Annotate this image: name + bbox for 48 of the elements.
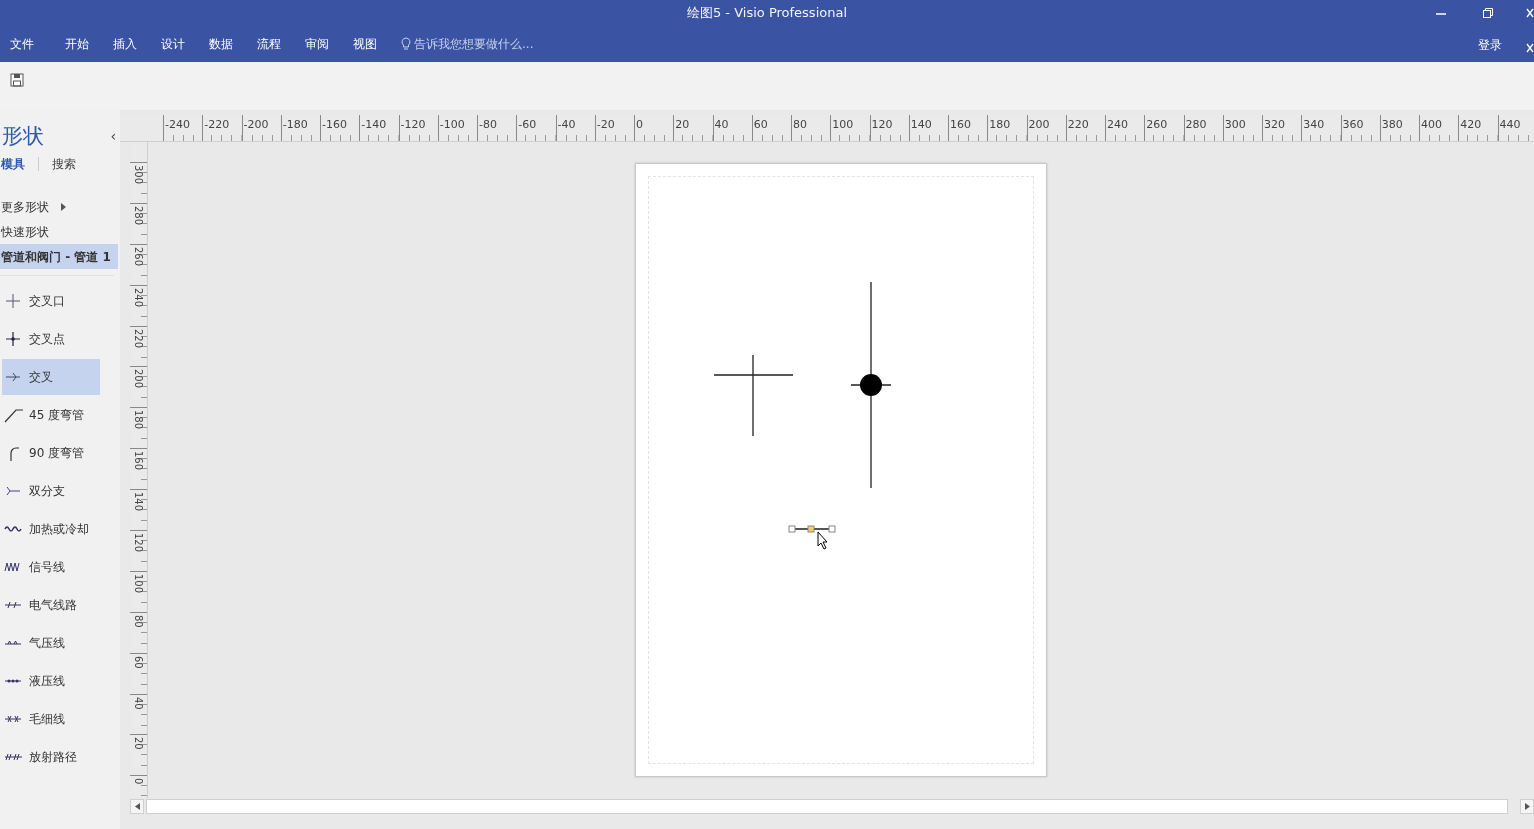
- shape-item[interactable]: 交叉: [2, 359, 100, 395]
- shape-item[interactable]: 电气线路: [2, 587, 100, 623]
- shape-item[interactable]: 信号线: [2, 549, 100, 585]
- stencil-item[interactable]: 更多形状: [0, 194, 118, 219]
- shape-item[interactable]: 90 度弯管: [2, 435, 100, 471]
- shape-item[interactable]: 交叉点: [2, 321, 100, 357]
- sign-in-link[interactable]: 登录: [1478, 36, 1502, 54]
- menu-item[interactable]: 视图: [353, 35, 377, 53]
- collapse-button[interactable]: ‹: [110, 126, 116, 147]
- menu-item[interactable]: 设计: [161, 35, 185, 53]
- right-arrow-icon: [1524, 803, 1530, 810]
- lightbulb-icon: [401, 37, 411, 51]
- dot-cross-icon: [4, 331, 23, 347]
- scroll-left-button[interactable]: [130, 799, 144, 814]
- menu-item[interactable]: 开始: [65, 35, 89, 53]
- scroll-right-button[interactable]: [1520, 799, 1534, 814]
- close-icon[interactable]: [1526, 41, 1534, 54]
- pane-tab[interactable]: 搜索: [52, 155, 76, 173]
- menu-item[interactable]: 流程: [257, 35, 281, 53]
- vertical-ruler: 300 280 260 240 220 200 180 160 140 120 100 80 60 40 20 0: [130, 142, 148, 798]
- stencil-item[interactable]: 管道和阀门 - 管道 1: [0, 244, 118, 269]
- mouse-cursor-icon: [817, 531, 828, 550]
- close-icon[interactable]: [1526, 7, 1534, 19]
- shape-item[interactable]: 毛细线: [2, 701, 100, 737]
- shape-item[interactable]: 双分支: [2, 473, 100, 509]
- window-title: 绘图5 - Visio Professional: [686, 4, 847, 22]
- pane-tab[interactable]: 模具: [1, 155, 25, 173]
- restore-icon[interactable]: [1482, 7, 1494, 19]
- shape-item[interactable]: 气压线: [2, 625, 100, 661]
- menu-item[interactable]: 文件: [10, 35, 34, 53]
- scrollbar-thumb[interactable]: [146, 799, 1508, 814]
- shape-item[interactable]: 放射路径: [2, 739, 100, 775]
- pane-title: 形状: [2, 126, 44, 147]
- angled-line-icon: [4, 407, 23, 423]
- shape-item[interactable]: 交叉口: [2, 283, 100, 319]
- menu-item[interactable]: 插入: [113, 35, 137, 53]
- save-icon[interactable]: [10, 72, 24, 87]
- shape-item[interactable]: 加热或冷却: [2, 511, 100, 547]
- menu-item[interactable]: 审阅: [305, 35, 329, 53]
- menu-item[interactable]: 数据: [209, 35, 233, 53]
- cross-icon: [4, 293, 23, 309]
- shape-item[interactable]: 45 度弯管: [2, 397, 100, 433]
- horizontal-ruler: -240 -220 -200 -180 -160 -140 -120 -100 -80 -60 -40 -20 0 20 40 60 80 100 120 140 160 180 200 220 240 260 280 300 320 340 360 380 400 420 440: [120, 115, 1534, 142]
- left-arrow-icon: [134, 803, 140, 810]
- tell-me-field[interactable]: 告诉我您想要做什么...: [414, 35, 574, 53]
- stencil-item[interactable]: 快速形状: [0, 219, 118, 244]
- expand-arrow-icon: [61, 202, 66, 211]
- shape-item[interactable]: 液压线: [2, 663, 100, 699]
